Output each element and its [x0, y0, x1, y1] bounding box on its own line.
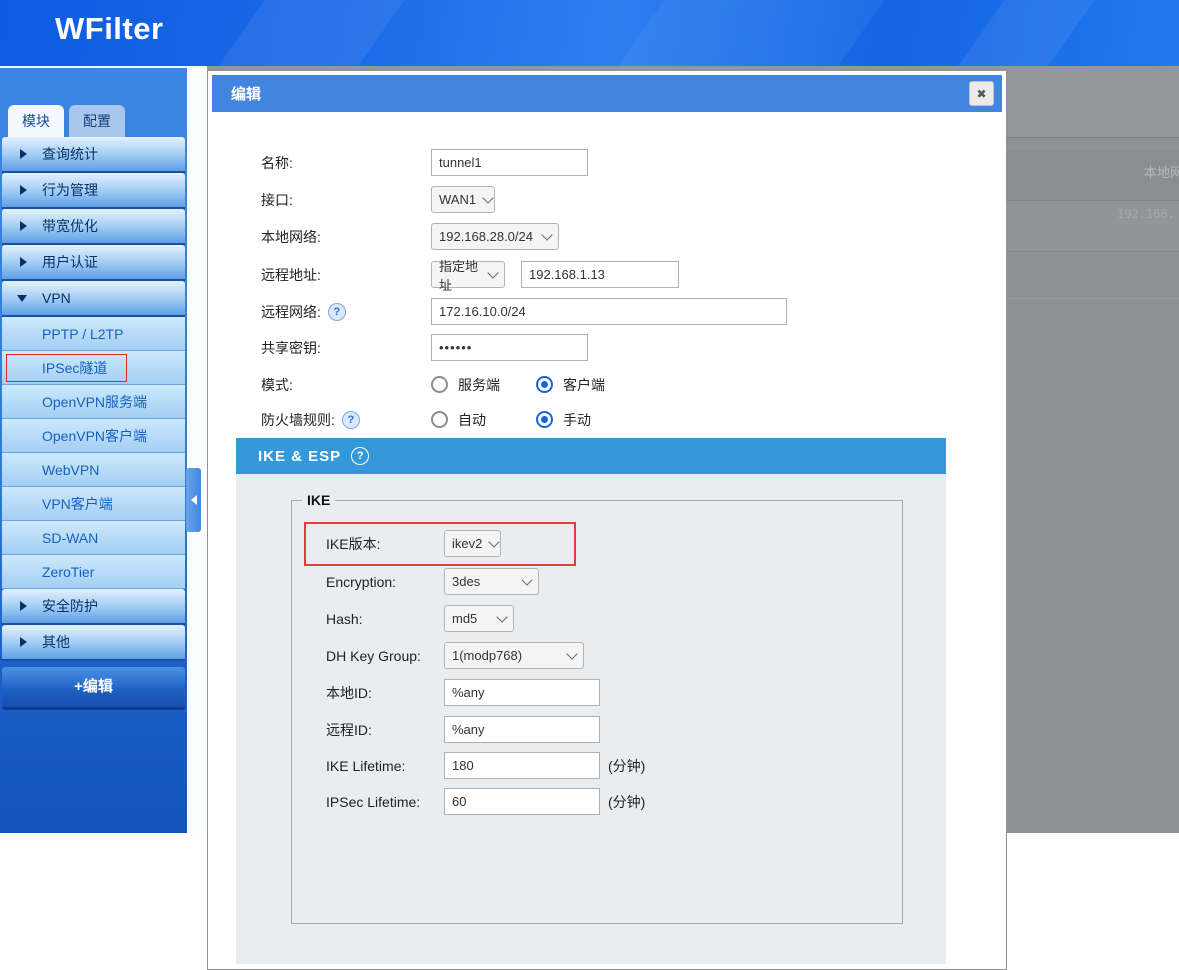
local-network-label: 本地网络: — [261, 227, 431, 247]
sidebar: 模块 配置 查询统计 行为管理 带宽优化 用户认证 VPN PPTP / L2T… — [0, 66, 187, 833]
radio-unchecked-icon[interactable] — [431, 376, 448, 393]
ike-lifetime-label: IKE Lifetime: — [326, 758, 444, 774]
dh-key-group-label: DH Key Group: — [326, 648, 444, 664]
local-id-label: 本地ID: — [326, 683, 444, 703]
ike-version-label: IKE版本: — [326, 534, 444, 554]
firewall-rule-label: 防火墙规则: ? — [261, 410, 431, 430]
sidebar-item-webvpn[interactable]: WebVPN — [2, 453, 185, 487]
remote-address-label: 远程地址: — [261, 265, 431, 285]
chevron-down-icon — [541, 229, 552, 240]
mode-label: 模式: — [261, 375, 431, 395]
ike-group: IKE IKE版本: ikev2 Encryption: 3des Hash: — [291, 492, 903, 924]
arrow-right-icon — [20, 257, 27, 267]
encryption-label: Encryption: — [326, 574, 444, 590]
interface-label: 接口: — [261, 190, 431, 210]
dh-key-group-select[interactable]: 1(modp768) — [444, 642, 584, 669]
sidebar-item-pptp-l2tp[interactable]: PPTP / L2TP — [2, 317, 185, 351]
sidebar-item-openvpn-client[interactable]: OpenVPN客户端 — [2, 419, 185, 453]
ike-esp-title: IKE & ESP — [258, 448, 341, 465]
sidebar-item-bandwidth[interactable]: 带宽优化 — [2, 209, 185, 245]
top-banner: WFilter — [0, 0, 1179, 66]
ike-version-select[interactable]: ikev2 — [444, 530, 501, 557]
sidebar-item-query-stats[interactable]: 查询统计 — [2, 137, 185, 173]
help-icon[interactable]: ? — [351, 447, 369, 465]
dialog-header: 编辑 ✖ — [212, 75, 1002, 112]
collapse-left-icon — [191, 495, 197, 505]
local-network-select[interactable]: 192.168.28.0/24 — [431, 223, 559, 250]
mode-option-client[interactable]: 客户端 — [536, 375, 641, 395]
interface-select[interactable]: WAN1 — [431, 186, 495, 213]
ike-esp-section-body: IKE IKE版本: ikev2 Encryption: 3des Hash: — [236, 474, 946, 964]
name-input[interactable] — [431, 149, 588, 176]
help-icon[interactable]: ? — [342, 411, 360, 429]
sidebar-item-vpn-client[interactable]: VPN客户端 — [2, 487, 185, 521]
sidebar-item-zerotier[interactable]: ZeroTier — [2, 555, 185, 589]
radio-checked-icon[interactable] — [536, 376, 553, 393]
sidebar-item-ipsec-tunnel[interactable]: IPSec隧道 — [2, 351, 185, 385]
sidebar-tabs: 模块 配置 — [8, 105, 125, 137]
chevron-down-icon — [482, 192, 493, 203]
sidebar-nav: 查询统计 行为管理 带宽优化 用户认证 VPN PPTP / L2TP IPSe… — [2, 137, 185, 710]
encryption-select[interactable]: 3des — [444, 568, 539, 595]
ipsec-lifetime-unit: (分钟) — [608, 792, 645, 812]
name-label: 名称: — [261, 153, 431, 173]
sidebar-item-other[interactable]: 其他 — [2, 625, 185, 661]
chevron-down-icon — [521, 574, 532, 585]
sidebar-item-user-auth[interactable]: 用户认证 — [2, 245, 185, 281]
sidebar-item-vpn[interactable]: VPN — [2, 281, 185, 317]
remote-id-input[interactable] — [444, 716, 600, 743]
background-table-header: 本地网 — [1144, 162, 1179, 181]
ike-group-legend: IKE — [302, 492, 335, 508]
ike-esp-section-header: IKE & ESP ? — [236, 438, 946, 474]
tab-modules[interactable]: 模块 — [8, 105, 64, 137]
ike-lifetime-input[interactable] — [444, 752, 600, 779]
firewall-option-auto[interactable]: 自动 — [431, 410, 536, 430]
hash-select[interactable]: md5 — [444, 605, 514, 632]
chevron-down-icon — [489, 536, 500, 547]
sidebar-item-openvpn-server[interactable]: OpenVPN服务端 — [2, 385, 185, 419]
content-gutter — [187, 66, 207, 833]
shared-key-label: 共享密钥: — [261, 338, 431, 358]
sidebar-edit-button[interactable]: +编辑 — [2, 667, 185, 710]
background-table-value: 192.168. — [1117, 207, 1175, 221]
dialog-title: 编辑 — [231, 83, 261, 104]
shared-key-input[interactable] — [431, 334, 588, 361]
remote-network-input[interactable] — [431, 298, 787, 325]
chevron-down-icon — [496, 611, 507, 622]
arrow-right-icon — [20, 637, 27, 647]
firewall-option-manual[interactable]: 手动 — [536, 410, 641, 430]
edit-dialog: 编辑 ✖ 名称: 接口: WAN1 本地网络: 192.168.28.0/24 … — [207, 70, 1007, 970]
mode-option-server[interactable]: 服务端 — [431, 375, 536, 395]
ipsec-lifetime-input[interactable] — [444, 788, 600, 815]
remote-network-label: 远程网络: ? — [261, 302, 431, 322]
hash-label: Hash: — [326, 611, 444, 627]
sidebar-collapse-handle[interactable] — [186, 468, 201, 532]
remote-id-label: 远程ID: — [326, 720, 444, 740]
tab-config[interactable]: 配置 — [69, 105, 125, 137]
ipsec-lifetime-label: IPSec Lifetime: — [326, 794, 444, 810]
remote-address-mode-select[interactable]: 指定地址 — [431, 261, 505, 288]
arrow-right-icon — [20, 149, 27, 159]
help-icon[interactable]: ? — [328, 303, 346, 321]
app-logo: WFilter — [55, 11, 164, 47]
chevron-down-icon — [487, 267, 498, 278]
arrow-right-icon — [20, 185, 27, 195]
radio-unchecked-icon[interactable] — [431, 411, 448, 428]
sidebar-item-security[interactable]: 安全防护 — [2, 589, 185, 625]
radio-checked-icon[interactable] — [536, 411, 553, 428]
sidebar-item-sd-wan[interactable]: SD-WAN — [2, 521, 185, 555]
local-id-input[interactable] — [444, 679, 600, 706]
ike-lifetime-unit: (分钟) — [608, 756, 645, 776]
arrow-right-icon — [20, 601, 27, 611]
remote-address-input[interactable] — [521, 261, 679, 288]
close-icon[interactable]: ✖ — [969, 81, 994, 106]
sidebar-item-behavior[interactable]: 行为管理 — [2, 173, 185, 209]
chevron-down-icon — [566, 648, 577, 659]
arrow-down-icon — [17, 295, 27, 302]
arrow-right-icon — [20, 221, 27, 231]
